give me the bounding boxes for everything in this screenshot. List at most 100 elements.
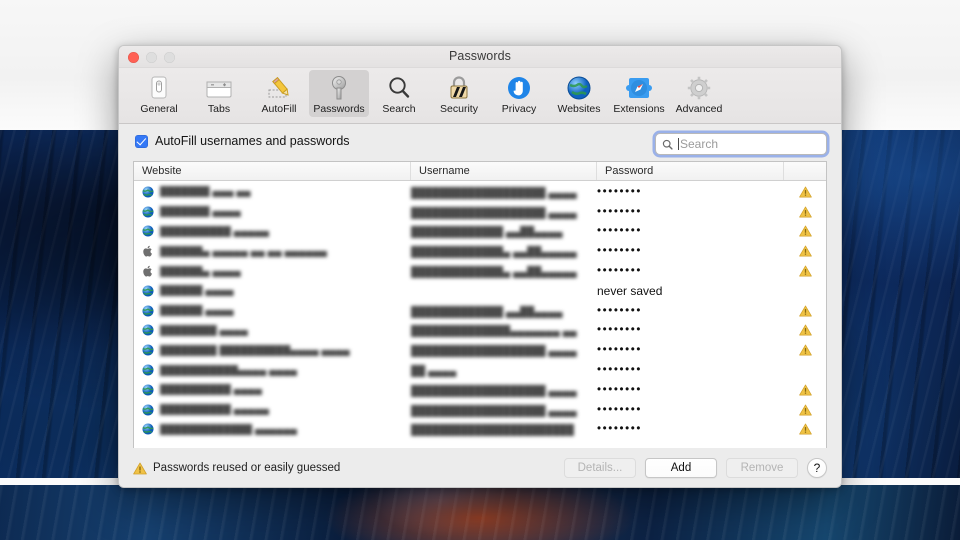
website-value: ██████████ ▄▄▄▄ [160, 384, 262, 396]
cell-status [784, 186, 826, 198]
table-row[interactable]: ██████████ ▄▄▄▄▄ ███████████████████ ▄▄▄▄… [134, 400, 826, 420]
add-button[interactable]: Add [645, 458, 717, 478]
toolbar-label: Security [440, 103, 478, 115]
warning-triangle-icon [798, 384, 812, 396]
status-buttons: Details... Add Remove ? [564, 458, 827, 478]
details-button[interactable]: Details... [564, 458, 636, 478]
username-value: █████████████▄ ▄▄██▄▄▄▄▄ [411, 267, 577, 279]
globe-icon [142, 324, 154, 337]
toolbar-item-websites[interactable]: Websites [549, 70, 609, 117]
cell-username: ███████████████████ ▄▄▄▄ [411, 183, 597, 201]
warning-triangle-icon [798, 206, 812, 218]
website-value: ██████████ ▄▄▄▄▄ [160, 404, 270, 416]
table-row[interactable]: ███████ ▄▄▄ ▄▄ ███████████████████ ▄▄▄▄ ••… [134, 182, 826, 202]
warning-triangle-icon [798, 424, 812, 435]
toolbar-label: Tabs [207, 103, 231, 115]
magnifier-icon [382, 73, 416, 101]
table-row[interactable]: ██████████ ▄▄▄▄▄ █████████████ ▄▄██▄▄▄▄ ••… [134, 222, 826, 242]
lock-icon [442, 73, 476, 101]
cell-password: •••••••• [597, 403, 643, 416]
column-header-website[interactable]: Website [134, 162, 411, 180]
search-field-wrapper[interactable]: Search [655, 133, 827, 155]
cell-status [784, 384, 826, 396]
desktop-wallpaper-bottom [0, 485, 960, 540]
table-row[interactable]: █████████████ ▄▄▄▄▄▄ ████████████████████… [134, 420, 826, 440]
globe-icon [142, 225, 154, 238]
website-value: ████████ ▄▄▄▄ [160, 324, 248, 336]
warning-triangle-icon [798, 245, 812, 257]
cell-website: █████████████ ▄▄▄▄▄▄ [142, 423, 411, 435]
toolbar-item-autofill[interactable]: AutoFill [249, 70, 309, 117]
website-value: ██████▄ ▄▄▄▄ [160, 265, 241, 277]
warning-triangle-icon [798, 265, 812, 277]
website-value: ███████ ▄▄▄▄ [160, 206, 241, 218]
apple-icon [143, 265, 152, 277]
cell-password: •••••••• [597, 324, 643, 337]
globe-icon [562, 73, 596, 101]
table-row[interactable]: ██████ ▄▄▄▄ never saved [134, 281, 826, 301]
table-row[interactable]: ████████ ██████████▄▄▄▄ ▄▄▄▄ ████████████… [134, 340, 826, 360]
cell-status [784, 245, 826, 257]
column-header-username[interactable]: Username [411, 162, 597, 180]
website-value: ███████ ▄▄▄ ▄▄ [160, 186, 251, 198]
toolbar-item-privacy[interactable]: Privacy [489, 70, 549, 117]
globe-icon [142, 384, 154, 396]
warning-triangle-icon [798, 305, 812, 317]
toolbar-item-advanced[interactable]: Advanced [669, 70, 729, 117]
passwords-table[interactable]: Website Username Password ███████ ▄▄▄ ▄▄… [133, 161, 827, 487]
username-value: █████████████ ▄▄██▄▄▄▄ [411, 227, 563, 239]
table-row[interactable]: ███████████▄▄▄▄ ▄▄▄▄ ██ ▄▄▄▄ •••••••• [134, 360, 826, 380]
search-input[interactable]: Search [655, 133, 827, 155]
toolbar-item-passwords[interactable]: Passwords [309, 70, 369, 117]
passwords-pane: AutoFill usernames and passwords Search … [119, 124, 841, 487]
cell-website: ███████ ▄▄▄ ▄▄ [142, 186, 411, 198]
cell-website: ██████ ▄▄▄▄ [142, 305, 411, 317]
website-value: ███████████▄▄▄▄ ▄▄▄▄ [160, 364, 298, 376]
toolbar-label: Websites [557, 103, 601, 115]
website-value: ██████▄ ▄▄▄▄▄ ▄▄ ▄▄ ▄▄▄▄▄▄ [160, 245, 327, 257]
username-value: ███████████████████ ▄▄▄▄ [411, 346, 577, 358]
column-header-status[interactable] [784, 162, 826, 180]
toolbar-item-security[interactable]: Security [429, 70, 489, 117]
warning-triangle-icon [798, 325, 812, 336]
table-body[interactable]: ███████ ▄▄▄ ▄▄ ███████████████████ ▄▄▄▄ ••… [134, 182, 826, 487]
table-row[interactable]: ██████▄ ▄▄▄▄ █████████████▄ ▄▄██▄▄▄▄▄ ••••… [134, 261, 826, 281]
toolbar-item-extensions[interactable]: Extensions [609, 70, 669, 117]
username-value: ███████████████████ ▄▄▄▄ [411, 207, 577, 219]
toolbar-label: Advanced [675, 103, 723, 115]
toolbar-label: Search [382, 103, 416, 115]
cell-status [784, 324, 826, 336]
globe-icon [142, 404, 154, 416]
toolbar-label: Privacy [501, 103, 537, 115]
warning-triangle-icon [798, 226, 812, 237]
autofill-icon [262, 73, 296, 101]
table-row[interactable]: ██████ ▄▄▄▄ █████████████ ▄▄██▄▄▄▄ •••••••… [134, 301, 826, 321]
cell-website: ██████▄ ▄▄▄▄▄ ▄▄ ▄▄ ▄▄▄▄▄▄ [142, 245, 411, 257]
column-header-password[interactable]: Password [597, 162, 784, 180]
cell-password: •••••••• [597, 245, 643, 258]
toolbar-item-search[interactable]: Search [369, 70, 429, 117]
cell-website: ██████████ ▄▄▄▄▄ [142, 404, 411, 416]
cell-username: ███████████████████ ▄▄▄▄ [411, 381, 597, 399]
table-row[interactable]: ██████████ ▄▄▄▄ ███████████████████ ▄▄▄▄ •… [134, 380, 826, 400]
table-row[interactable]: ████████ ▄▄▄▄ ██████████████▄▄▄▄▄▄▄ ▄▄ •••… [134, 321, 826, 341]
help-button[interactable]: ? [807, 458, 827, 478]
cell-username: ██████████████▄▄▄▄▄▄▄ ▄▄ [411, 321, 597, 339]
website-value: ██████ ▄▄▄▄ [160, 285, 234, 297]
table-row[interactable]: ██████▄ ▄▄▄▄▄ ▄▄ ▄▄ ▄▄▄▄▄▄ █████████████▄… [134, 241, 826, 261]
toolbar-label: Extensions [613, 103, 665, 115]
remove-button[interactable]: Remove [726, 458, 798, 478]
cell-password: never saved [597, 283, 663, 298]
username-value: ██████████████▄▄▄▄▄▄▄ ▄▄ [411, 326, 577, 338]
window-titlebar[interactable]: Passwords [119, 46, 841, 68]
cell-website: ███████████▄▄▄▄ ▄▄▄▄ [142, 364, 411, 376]
cell-website: ██████████ ▄▄▄▄ [142, 384, 411, 396]
table-row[interactable]: ███████ ▄▄▄▄ ███████████████████ ▄▄▄▄ ••••… [134, 202, 826, 222]
toolbar-item-tabs[interactable]: Tabs [189, 70, 249, 117]
cell-website: ███████ ▄▄▄▄ [142, 206, 411, 218]
warning-triangle-icon [133, 462, 147, 474]
autofill-checkbox[interactable] [135, 134, 148, 148]
warning-triangle-icon [798, 404, 812, 416]
toolbar-item-general[interactable]: General [129, 70, 189, 117]
passwords-key-icon [322, 73, 356, 101]
